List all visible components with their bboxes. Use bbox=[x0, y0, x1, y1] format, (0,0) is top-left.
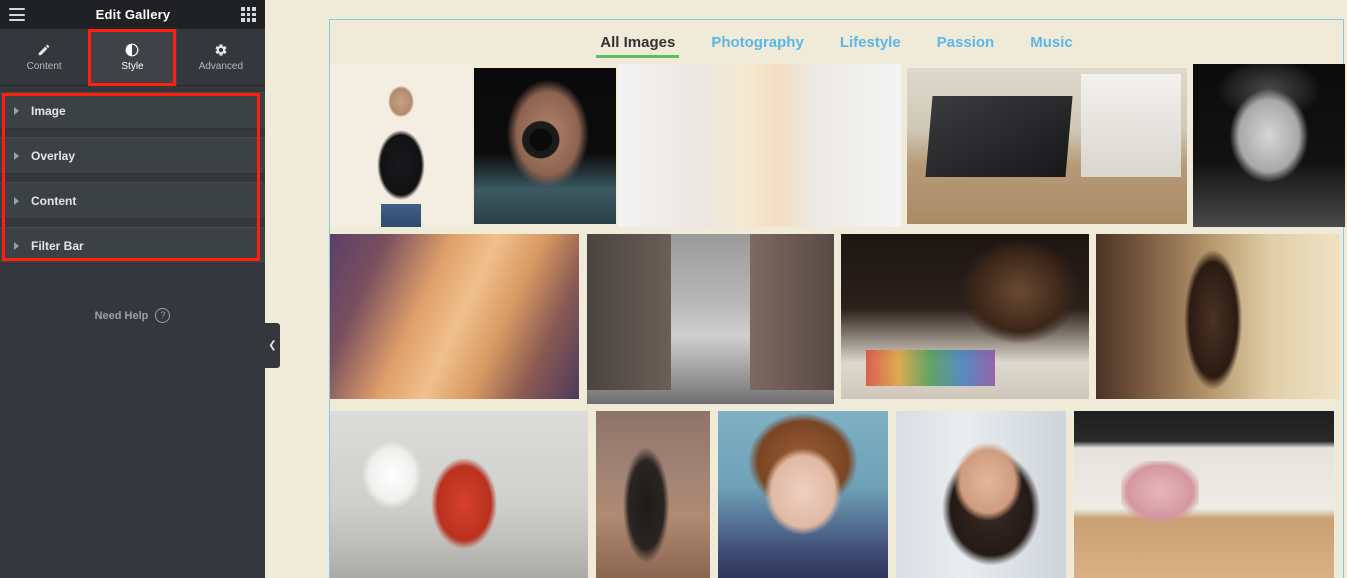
image-thumbnail bbox=[841, 234, 1089, 399]
gallery-row bbox=[330, 411, 1343, 578]
gallery-grid bbox=[330, 64, 1345, 578]
tab-advanced-label: Advanced bbox=[198, 61, 244, 72]
section-overlay[interactable]: Overlay bbox=[0, 137, 265, 174]
filter-all-images[interactable]: All Images bbox=[582, 30, 693, 58]
image-thumbnail bbox=[907, 68, 1187, 224]
image-thumbnail bbox=[330, 64, 472, 227]
tab-style-label: Style bbox=[121, 61, 144, 72]
need-help-label: Need Help bbox=[94, 309, 149, 322]
image-thumbnail bbox=[1193, 64, 1345, 227]
editor-panel: Edit Gallery Content Style Advanced Imag… bbox=[0, 0, 280, 578]
contrast-icon bbox=[125, 42, 139, 57]
image-tile-paint-kit[interactable] bbox=[841, 234, 1089, 399]
section-filter-bar[interactable]: Filter Bar bbox=[0, 227, 265, 264]
tab-content[interactable]: Content bbox=[0, 29, 88, 85]
image-tile-portrait-dark[interactable] bbox=[896, 411, 1066, 578]
preview-canvas: All Images Photography Lifestyle Passion… bbox=[265, 0, 1347, 578]
image-tile-guitar[interactable] bbox=[330, 234, 579, 399]
image-tile-photographer[interactable] bbox=[474, 68, 616, 224]
image-thumbnail bbox=[896, 411, 1066, 578]
section-image-label: Image bbox=[31, 103, 66, 118]
image-tile-woman-desk[interactable] bbox=[330, 411, 588, 578]
question-circle-icon: ? bbox=[155, 308, 171, 323]
gallery-filter-bar: All Images Photography Lifestyle Passion… bbox=[330, 20, 1343, 64]
filter-lifestyle[interactable]: Lifestyle bbox=[822, 30, 919, 58]
pencil-icon bbox=[37, 42, 51, 57]
image-thumbnail bbox=[618, 64, 901, 227]
filter-music-label: Music bbox=[1030, 34, 1073, 51]
tab-content-label: Content bbox=[26, 61, 62, 72]
filter-passion[interactable]: Passion bbox=[919, 30, 1013, 58]
app-screen: Edit Gallery Content Style Advanced Imag… bbox=[0, 0, 1347, 578]
section-filter-bar-label: Filter Bar bbox=[31, 238, 84, 253]
image-thumbnail bbox=[330, 411, 588, 578]
panel-header: Edit Gallery bbox=[0, 0, 265, 29]
filter-all-images-label: All Images bbox=[600, 34, 676, 51]
chevron-right-icon bbox=[14, 241, 19, 250]
image-thumbnail bbox=[718, 411, 888, 578]
filter-photography-label: Photography bbox=[711, 34, 804, 51]
hamburger-icon[interactable] bbox=[9, 8, 25, 21]
image-tile-chess[interactable] bbox=[1096, 234, 1340, 399]
filter-photography[interactable]: Photography bbox=[693, 30, 822, 58]
tab-advanced[interactable]: Advanced bbox=[177, 29, 265, 85]
image-tile-portrait-red[interactable] bbox=[718, 411, 888, 578]
image-thumbnail bbox=[596, 411, 710, 578]
page-title: Edit Gallery bbox=[95, 7, 171, 22]
gallery-widget: All Images Photography Lifestyle Passion… bbox=[329, 19, 1345, 578]
gallery-row bbox=[330, 64, 1345, 227]
section-image[interactable]: Image bbox=[0, 92, 265, 129]
filter-lifestyle-label: Lifestyle bbox=[839, 34, 901, 51]
image-thumbnail bbox=[474, 68, 616, 224]
filter-music[interactable]: Music bbox=[1012, 30, 1091, 58]
image-thumbnail bbox=[330, 234, 579, 399]
image-tile-dress[interactable] bbox=[618, 64, 901, 227]
panel-collapse-handle[interactable]: ❮ bbox=[265, 323, 280, 368]
image-thumbnail bbox=[587, 234, 834, 404]
style-sections: Image Overlay Content Filter Bar bbox=[0, 86, 265, 264]
chevron-right-icon bbox=[14, 106, 19, 115]
image-tile-city-street[interactable] bbox=[587, 234, 834, 404]
need-help-link[interactable]: Need Help ? bbox=[0, 308, 265, 323]
image-thumbnail bbox=[1096, 234, 1340, 399]
section-content[interactable]: Content bbox=[0, 182, 265, 219]
chevron-right-icon bbox=[14, 151, 19, 160]
section-content-label: Content bbox=[31, 193, 77, 208]
tab-style[interactable]: Style bbox=[88, 29, 177, 86]
gallery-row bbox=[330, 234, 1343, 404]
grid-apps-icon[interactable] bbox=[241, 7, 256, 22]
image-tile-studio-room[interactable] bbox=[1074, 411, 1334, 578]
filter-passion-label: Passion bbox=[936, 34, 995, 51]
image-tile-steve-jobs[interactable] bbox=[330, 64, 472, 227]
section-overlay-label: Overlay bbox=[31, 148, 76, 163]
image-tile-smiling-man[interactable] bbox=[1193, 64, 1345, 227]
chevron-right-icon bbox=[14, 196, 19, 205]
image-tile-laptop-desk[interactable] bbox=[907, 68, 1187, 224]
gear-icon bbox=[214, 42, 228, 57]
image-thumbnail bbox=[1074, 411, 1334, 578]
panel-tabs: Content Style Advanced bbox=[0, 29, 265, 86]
image-tile-traveler[interactable] bbox=[596, 411, 710, 578]
chevron-left-icon: ❮ bbox=[268, 340, 277, 351]
